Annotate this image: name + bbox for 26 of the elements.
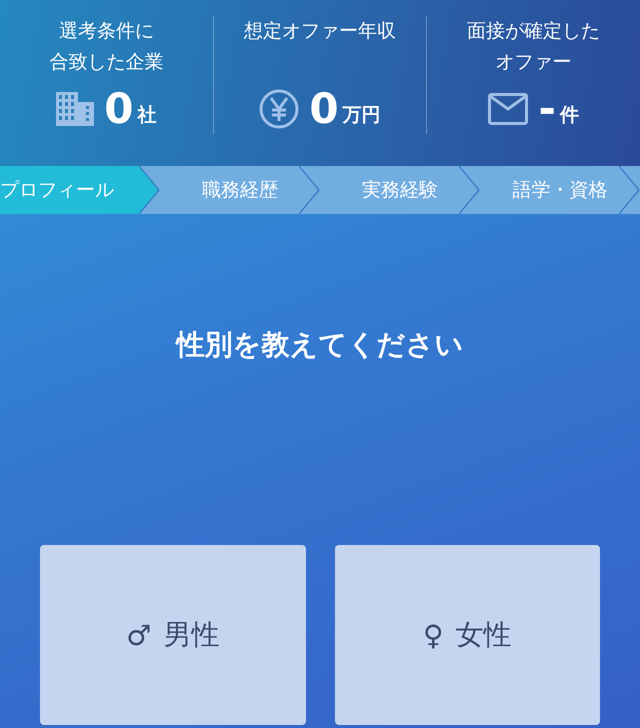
gender-label: 男性 [163,617,220,653]
stat-value: 0 [309,88,339,130]
gender-symbol: ♂ [126,618,152,652]
chevron-icon [619,166,640,214]
chevron-icon [459,166,480,214]
yen-icon [259,89,300,129]
chevron-icon [299,166,320,214]
stat-label: オファー [496,50,572,75]
building-icon [56,92,94,126]
chevron-icon [139,166,160,214]
stat-unit: 件 [560,103,579,128]
stat-label: 想定オファー年収 [244,19,396,44]
stat-value: 0 [104,88,134,130]
gender-option[interactable]: ♂ 男性 [40,545,306,725]
question-title: 性別を教えてください [174,327,464,363]
gender-symbol: ♀ [422,618,444,652]
stat-unit: 社 [137,103,156,128]
gender-option[interactable]: ♀ 女性 [334,545,600,725]
mail-icon [488,93,528,125]
stat-unit: 万円 [342,103,381,128]
stat-label: 合致した企業 [49,50,164,75]
stat-label: 面接が確定した [467,19,600,44]
stat-value: - [538,88,556,130]
progress-step[interactable]: プロフィール [0,166,160,214]
stat-label: 選考条件に [58,19,154,44]
gender-label: 女性 [456,617,512,653]
